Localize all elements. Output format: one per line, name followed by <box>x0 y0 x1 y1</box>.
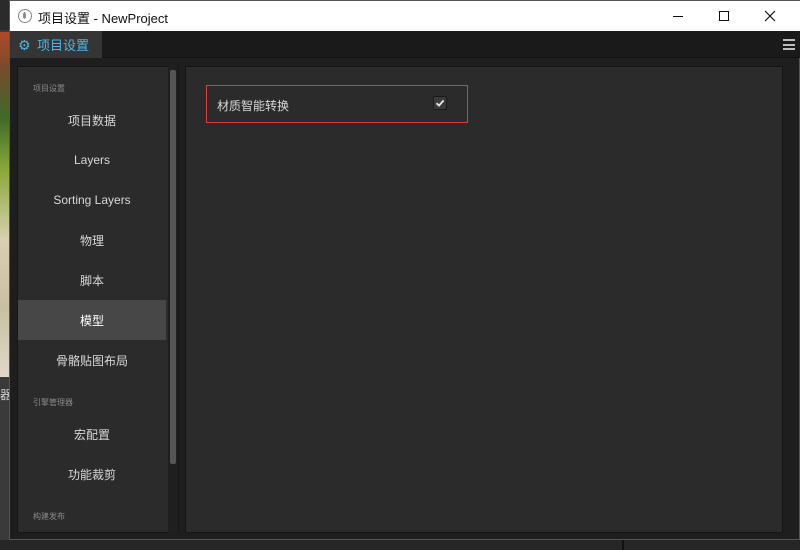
sidebar-item-scripts[interactable]: 脚本 <box>18 260 166 300</box>
close-icon <box>764 10 776 22</box>
app-logo-icon <box>18 9 32 23</box>
sidebar-item-layers[interactable]: Layers <box>18 140 166 180</box>
sidebar-item-macro-config[interactable]: 宏配置 <box>18 414 166 454</box>
maximize-button[interactable] <box>701 1 747 31</box>
sidebar-item-physics[interactable]: 物理 <box>18 220 166 260</box>
checkmark-icon <box>435 99 445 107</box>
sidebar-item-skeleton-atlas-layout[interactable]: 骨骼贴图布局 <box>18 340 166 380</box>
close-button[interactable] <box>747 1 793 31</box>
background-app-artwork <box>0 32 9 377</box>
material-smart-convert-label: 材质智能转换 <box>217 99 290 113</box>
background-bottom-bar <box>0 540 800 550</box>
settings-content-panel: 材质智能转换 <box>185 66 783 533</box>
sidebar-item-sorting-layers[interactable]: Sorting Layers <box>18 180 166 220</box>
gear-icon: ⚙ <box>18 36 31 53</box>
sidebar-item-feature-cropping[interactable]: 功能裁剪 <box>18 454 166 494</box>
material-smart-convert-row: 材质智能转换 <box>206 85 468 123</box>
maximize-icon <box>719 11 729 21</box>
section-title-build-publish: 构建发布 <box>33 512 65 521</box>
tab-label: 项目设置 <box>37 38 90 53</box>
section-title-engine-manager: 引擎管理器 <box>33 398 73 407</box>
settings-sidebar: 项目设置 项目数据 Layers Sorting Layers 物理 脚本 模型… <box>17 66 179 533</box>
sidebar-scrollbar-thumb[interactable] <box>170 70 176 464</box>
tab-bar: ⚙ 项目设置 <box>10 31 800 58</box>
background-divider <box>622 540 624 550</box>
sidebar-scrollbar[interactable] <box>168 66 178 533</box>
minimize-icon <box>673 15 683 17</box>
section-title-project-settings: 项目设置 <box>33 84 65 93</box>
sidebar-item-project-data[interactable]: 项目数据 <box>18 100 166 140</box>
sidebar-item-model[interactable]: 模型 <box>18 300 166 340</box>
title-bar[interactable]: 项目设置 - NewProject <box>10 1 800 31</box>
hamburger-menu-icon[interactable] <box>783 39 795 50</box>
window-title: 项目设置 - NewProject <box>38 11 169 26</box>
material-smart-convert-checkbox[interactable] <box>433 96 447 110</box>
minimize-button[interactable] <box>655 1 701 31</box>
tab-project-settings[interactable]: ⚙ 项目设置 <box>10 31 102 58</box>
